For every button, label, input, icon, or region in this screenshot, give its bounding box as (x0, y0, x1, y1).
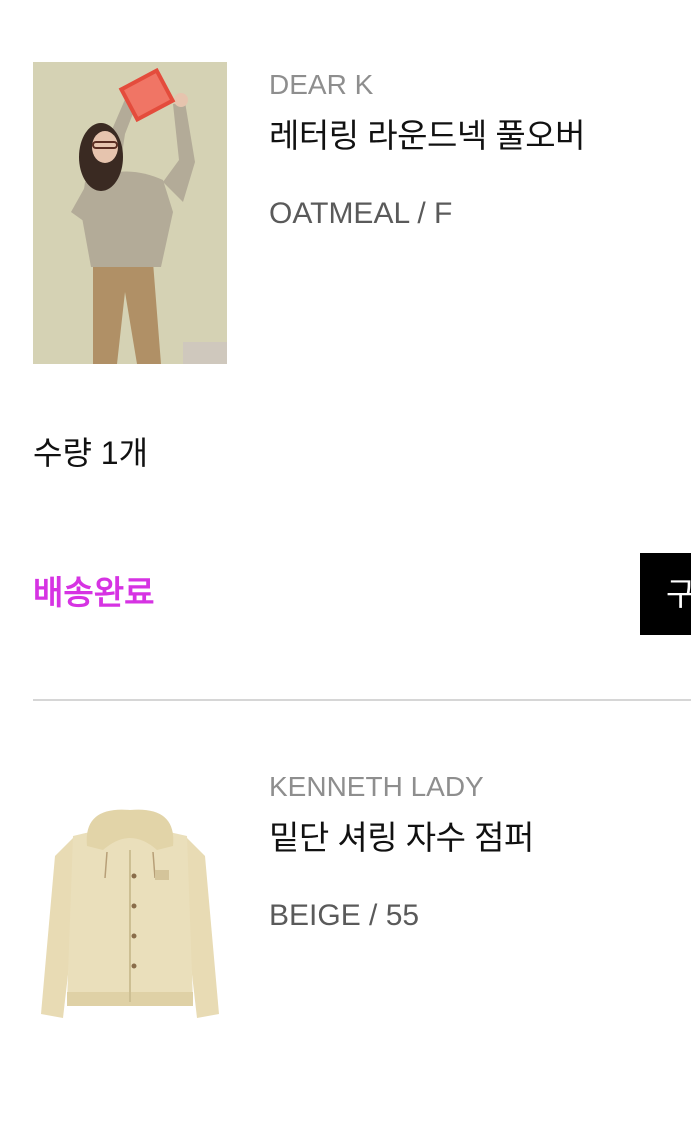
jacket-photo-icon (33, 766, 227, 1068)
product-name[interactable]: 밑단 셔링 자수 점퍼 (269, 818, 689, 858)
product-option: OATMEAL / F (269, 197, 453, 230)
product-name[interactable]: 레터링 라운드넥 풀오버 (269, 116, 689, 156)
quantity-label: 수량 1개 (33, 435, 149, 471)
order-item-2[interactable]: KENNETH LADY 밑단 셔링 자수 점퍼 BEIGE / 55 (33, 766, 691, 1068)
product-option: BEIGE / 55 (269, 899, 420, 932)
product-info: DEAR K 레터링 라운드넥 풀오버 OATMEAL / F (269, 68, 689, 232)
product-info: KENNETH LADY 밑단 셔링 자수 점퍼 BEIGE / 55 (269, 770, 689, 934)
order-item-1[interactable]: DEAR K 레터링 라운드넥 풀오버 OATMEAL / F (33, 62, 691, 364)
divider (33, 699, 691, 701)
delivery-status: 배송완료 (33, 574, 155, 611)
product-image-pullover[interactable] (33, 62, 227, 364)
brand-name[interactable]: KENNETH LADY (269, 770, 689, 804)
action-button[interactable]: 구 (640, 553, 691, 635)
product-image-jumper[interactable] (33, 766, 227, 1068)
model-photo-icon (33, 62, 227, 364)
brand-name[interactable]: DEAR K (269, 68, 689, 102)
